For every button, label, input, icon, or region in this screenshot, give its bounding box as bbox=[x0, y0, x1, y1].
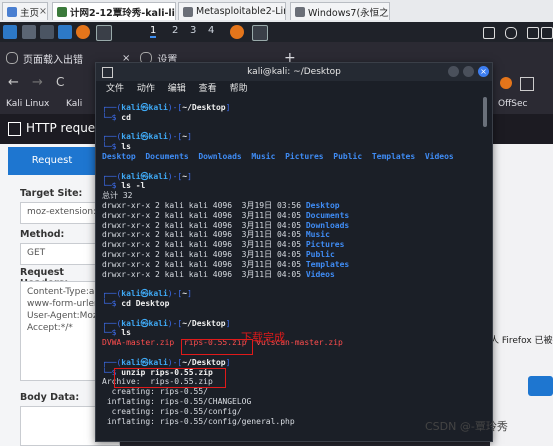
info-icon bbox=[6, 52, 18, 64]
vm-tab-home[interactable]: 主页 × bbox=[2, 2, 48, 20]
firefox-notice: 人 Firefox 已被控 bbox=[490, 336, 553, 346]
battery-icon[interactable] bbox=[527, 27, 539, 39]
workspace-2[interactable]: 2 bbox=[172, 25, 178, 36]
minimize-button[interactable] bbox=[448, 66, 459, 77]
page-right-area: 人 Firefox 已被控 bbox=[490, 144, 553, 446]
vm-tab-strip: 主页 × 计网2-12覃玲秀-kali-linu... × Metasploit… bbox=[0, 0, 553, 23]
browser-tab-error[interactable]: 页面载入出错 bbox=[6, 47, 83, 69]
vm-icon bbox=[183, 6, 193, 17]
bookmark-kali-linux[interactable]: Kali Linux bbox=[6, 99, 49, 109]
terminal-title: kali@kali: ~/Desktop bbox=[247, 67, 341, 77]
extension-icon[interactable] bbox=[500, 77, 512, 89]
workspace-1[interactable]: 1 bbox=[150, 25, 157, 38]
highlight-unzip-command bbox=[114, 368, 226, 388]
close-icon[interactable]: × bbox=[39, 6, 47, 17]
volume-icon[interactable] bbox=[505, 27, 517, 39]
vm-tab-windows7[interactable]: Windows7(永恒之蓝) × bbox=[290, 2, 390, 20]
workspace-3[interactable]: 3 bbox=[190, 25, 196, 36]
forward-icon[interactable]: → bbox=[32, 75, 43, 90]
tab-request[interactable]: Request bbox=[8, 147, 96, 175]
vm-icon bbox=[295, 6, 305, 17]
notice-button[interactable] bbox=[528, 376, 553, 396]
http-request-form: Request Target Site: moz-extension://7 M… bbox=[0, 144, 120, 446]
close-button[interactable]: × bbox=[478, 66, 489, 77]
reload-icon[interactable]: C bbox=[56, 75, 64, 89]
vm-tab-kali[interactable]: 计网2-12覃玲秀-kali-linu... × bbox=[52, 2, 176, 20]
bookmark-kali[interactable]: Kali bbox=[66, 99, 82, 109]
kali-top-panel: 1 2 3 4 bbox=[0, 22, 553, 42]
firefox-task-icon[interactable] bbox=[230, 25, 244, 39]
menu-edit[interactable]: 编辑 bbox=[168, 84, 186, 94]
terminal-window-icon[interactable] bbox=[96, 25, 112, 41]
maximize-button[interactable] bbox=[463, 66, 474, 77]
annotation-download-complete: 下载完成 bbox=[241, 331, 285, 344]
terminal-launcher-icon[interactable] bbox=[58, 25, 72, 39]
home-icon bbox=[7, 6, 17, 17]
menu-file[interactable]: 文件 bbox=[106, 84, 124, 94]
terminal-icon bbox=[102, 67, 113, 78]
vm-tab-metasploitable[interactable]: Metasploitable2-Linux × bbox=[178, 2, 286, 20]
bookmark-offsec[interactable]: OffSec bbox=[498, 99, 527, 109]
document-icon bbox=[8, 122, 21, 136]
terminal-output: ┌──(kali㉿kali)-[~/Desktop] └─$ cd ┌──(ka… bbox=[102, 103, 454, 426]
desktop-icon[interactable] bbox=[22, 25, 36, 39]
vm-icon bbox=[57, 6, 67, 17]
terminal-scrollbar[interactable] bbox=[483, 97, 487, 127]
menu-view[interactable]: 查看 bbox=[199, 84, 217, 94]
terminal-window[interactable]: kali@kali: ~/Desktop × 文件 动作 编辑 查看 帮助 ┌─… bbox=[95, 62, 493, 442]
method-label: Method: bbox=[20, 229, 65, 240]
body-data-label: Body Data: bbox=[20, 392, 80, 403]
power-icon[interactable] bbox=[541, 27, 553, 39]
target-site-label: Target Site: bbox=[20, 188, 83, 199]
terminal-task-icon[interactable] bbox=[252, 25, 268, 41]
workspace-4[interactable]: 4 bbox=[208, 25, 214, 36]
menu-help[interactable]: 帮助 bbox=[230, 84, 248, 94]
firefox-icon[interactable] bbox=[76, 25, 90, 39]
menu-actions[interactable]: 动作 bbox=[137, 84, 155, 94]
screen-icon[interactable] bbox=[483, 27, 495, 39]
account-icon[interactable] bbox=[520, 77, 534, 91]
watermark: CSDN @-覃玲秀 bbox=[425, 420, 508, 433]
terminal-menubar: 文件 动作 编辑 查看 帮助 bbox=[96, 81, 492, 97]
files-icon[interactable] bbox=[40, 25, 54, 39]
back-icon[interactable]: ← bbox=[8, 75, 19, 90]
terminal-titlebar[interactable]: kali@kali: ~/Desktop × bbox=[96, 63, 492, 81]
kali-menu-icon[interactable] bbox=[3, 25, 17, 39]
